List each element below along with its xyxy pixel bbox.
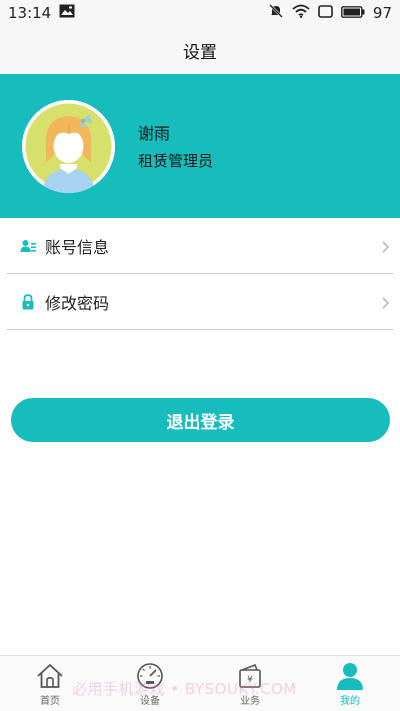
screen-icon xyxy=(318,4,333,22)
settings-menu: 账号信息 修改密码 xyxy=(0,218,400,330)
logout-button[interactable]: 退出登录 xyxy=(11,398,390,442)
battery-icon xyxy=(341,4,365,22)
menu-item-change-password[interactable]: 修改密码 xyxy=(0,274,400,330)
status-bar: 13:14 97 xyxy=(0,0,400,26)
status-time: 13:14 xyxy=(8,4,52,22)
menu-item-account-info[interactable]: 账号信息 xyxy=(0,218,400,274)
bottom-tab-bar: 首页 设备 ¥ 业务 我的 xyxy=(0,655,400,711)
mute-notification-icon xyxy=(268,3,284,23)
tab-label: 我的 xyxy=(340,696,360,707)
menu-item-label: 修改密码 xyxy=(45,294,110,313)
avatar-illustration xyxy=(22,100,115,193)
tab-devices[interactable]: 设备 xyxy=(100,656,200,711)
person-icon xyxy=(335,661,365,691)
status-right: 97 xyxy=(268,3,392,23)
menu-item-label: 账号信息 xyxy=(45,238,110,257)
page-title: 设置 xyxy=(183,42,217,63)
home-icon xyxy=(35,661,65,691)
tab-label: 业务 xyxy=(240,696,260,707)
image-notification-icon xyxy=(59,4,75,22)
avatar[interactable] xyxy=(22,100,115,193)
divider xyxy=(6,329,394,330)
account-info-icon xyxy=(20,238,36,254)
wallet-icon: ¥ xyxy=(235,661,265,691)
user-role: 租赁管理员 xyxy=(138,152,214,170)
tab-mine[interactable]: 我的 xyxy=(300,656,400,711)
app-header: 设置 xyxy=(0,26,400,74)
tab-label: 设备 xyxy=(140,696,160,707)
tab-home[interactable]: 首页 xyxy=(0,656,100,711)
status-left: 13:14 xyxy=(8,4,75,22)
user-name: 谢雨 xyxy=(138,124,171,143)
lock-icon xyxy=(20,294,36,310)
chevron-right-icon xyxy=(381,295,390,309)
gauge-icon xyxy=(135,661,165,691)
tab-business[interactable]: ¥ 业务 xyxy=(200,656,300,711)
chevron-right-icon xyxy=(381,239,390,253)
svg-text:¥: ¥ xyxy=(247,675,253,685)
wifi-icon xyxy=(292,4,310,22)
tab-label: 首页 xyxy=(40,696,60,707)
profile-banner: 谢雨 租赁管理员 xyxy=(0,74,400,218)
battery-level: 97 xyxy=(372,4,392,22)
